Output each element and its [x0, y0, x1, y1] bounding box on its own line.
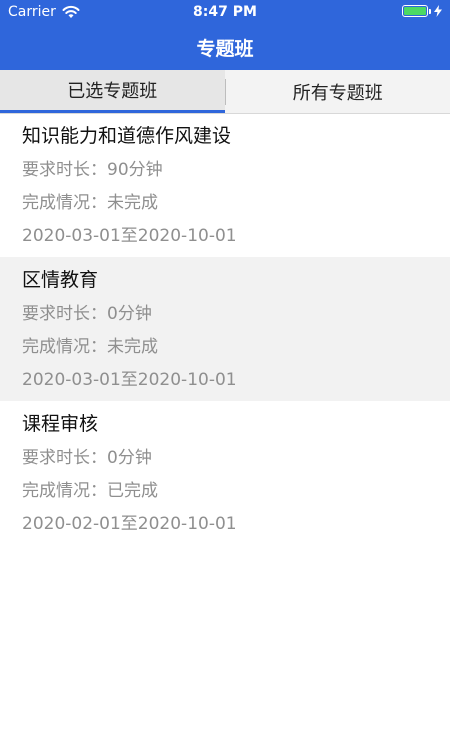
course-date-range: 2020-03-01至2020-10-01: [22, 370, 237, 390]
status-bar: Carrier 8:47 PM: [0, 0, 450, 24]
course-date-range: 2020-02-01至2020-10-01: [22, 514, 237, 534]
battery-fill: [404, 7, 426, 15]
battery-icon: [402, 5, 428, 17]
bolt-icon: [434, 5, 442, 17]
course-title: 区情教育: [22, 269, 99, 291]
course-item[interactable]: 区情教育 要求时长：0分钟 完成情况：未完成 2020-03-01至2020-1…: [0, 257, 450, 401]
course-list: 知识能力和道德作风建设 要求时长：90分钟 完成情况：未完成 2020-03-0…: [0, 113, 450, 545]
tab-label: 已选专题班: [67, 81, 158, 102]
status-time: 8:47 PM: [193, 4, 257, 20]
course-duration: 要求时长：90分钟: [22, 160, 163, 180]
battery-cap: [429, 8, 431, 14]
tab-selected-courses[interactable]: 已选专题班: [0, 70, 225, 113]
course-item[interactable]: 课程审核 要求时长：0分钟 完成情况：已完成 2020-02-01至2020-1…: [0, 401, 450, 545]
course-duration: 要求时长：0分钟: [22, 304, 152, 324]
course-status: 完成情况：未完成: [22, 337, 158, 357]
course-status: 完成情况：已完成: [22, 481, 158, 501]
tab-bar: 已选专题班 所有专题班: [0, 70, 450, 114]
course-date-range: 2020-03-01至2020-10-01: [22, 226, 237, 246]
app-header: Carrier 8:47 PM 专题班: [0, 0, 450, 70]
course-duration: 要求时长：0分钟: [22, 448, 152, 468]
course-status: 完成情况：未完成: [22, 193, 158, 213]
tab-all-courses[interactable]: 所有专题班: [226, 70, 450, 113]
course-item[interactable]: 知识能力和道德作风建设 要求时长：90分钟 完成情况：未完成 2020-03-0…: [0, 113, 450, 257]
course-title: 知识能力和道德作风建设: [22, 125, 232, 147]
page-title: 专题班: [196, 38, 254, 60]
battery-group: [402, 5, 442, 17]
course-title: 课程审核: [22, 413, 99, 435]
tab-label: 所有专题班: [292, 82, 383, 104]
